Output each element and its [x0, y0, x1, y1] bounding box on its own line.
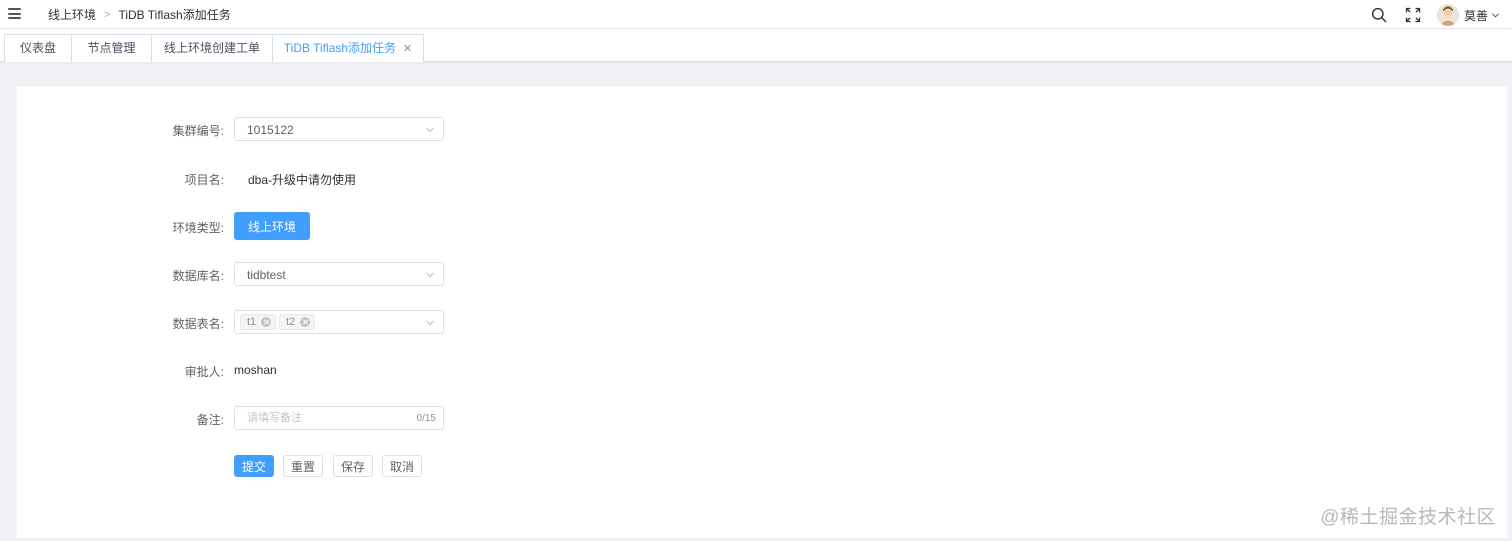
cluster-label: 集群编号:: [172, 124, 224, 138]
table-tag: t2: [279, 314, 316, 330]
tags-view-bar: 仪表盘 节点管理 线上环境创建工单 TiDB Tiflash添加任务 ✕: [0, 29, 1512, 62]
hamburger-icon[interactable]: [8, 8, 21, 19]
project-value: dba-升级中请勿使用: [248, 173, 357, 187]
tables-multiselect[interactable]: t1 t2: [234, 310, 444, 334]
table-tag: t1: [240, 314, 277, 330]
chevron-down-icon: [426, 127, 434, 133]
remark-input[interactable]: [247, 411, 407, 425]
submit-button[interactable]: 提交: [234, 455, 274, 477]
env-type-label: 环境类型:: [172, 221, 224, 235]
close-icon[interactable]: [300, 317, 311, 327]
close-icon[interactable]: [261, 317, 272, 327]
remark-counter: 0/15: [416, 413, 436, 424]
database-select-value: tidbtest: [247, 268, 286, 282]
database-select[interactable]: tidbtest: [234, 262, 444, 286]
save-button[interactable]: 保存: [333, 455, 373, 477]
database-label: 数据库名:: [172, 269, 224, 283]
approver-label: 审批人:: [184, 365, 224, 379]
approver-value: moshan: [234, 363, 277, 377]
remark-label: 备注:: [196, 413, 224, 427]
cancel-button[interactable]: 取消: [382, 455, 422, 477]
tab-node-management[interactable]: 节点管理: [71, 34, 152, 62]
env-type-button[interactable]: 线上环境: [234, 212, 310, 240]
tab-label: 节点管理: [87, 41, 136, 55]
navbar-right: 莫善: [1355, 2, 1500, 28]
remark-field: 0/15: [234, 406, 444, 430]
reset-button[interactable]: 重置: [283, 455, 323, 477]
fullscreen-icon[interactable]: [1403, 5, 1423, 25]
tab-label: 仪表盘: [19, 41, 56, 55]
breadcrumb: 线上环境 > TiDB Tiflash添加任务: [48, 6, 231, 23]
chevron-down-icon: [426, 272, 434, 278]
search-icon[interactable]: [1369, 5, 1389, 25]
tab-label: TiDB Tiflash添加任务: [283, 41, 397, 55]
tab-dashboard[interactable]: 仪表盘: [4, 34, 72, 62]
form-card: 集群编号: 1015122 项目名: dba-升级中请勿使用 环境类型: 线上环…: [17, 86, 1507, 538]
breadcrumb-item-env[interactable]: 线上环境: [48, 6, 96, 23]
chevron-down-icon[interactable]: [1491, 11, 1500, 20]
close-icon[interactable]: ✕: [403, 36, 412, 62]
cluster-select[interactable]: 1015122: [234, 117, 444, 141]
project-label: 项目名:: [184, 173, 224, 187]
table-tag-label: t1: [247, 316, 257, 328]
tab-create-ticket[interactable]: 线上环境创建工单: [151, 34, 273, 62]
tab-label: 线上环境创建工单: [163, 41, 260, 55]
tab-tiflash-add-task[interactable]: TiDB Tiflash添加任务 ✕: [272, 34, 424, 62]
cluster-select-value: 1015122: [247, 123, 294, 137]
breadcrumb-separator-icon: >: [104, 8, 111, 21]
user-name[interactable]: 莫善: [1464, 7, 1488, 24]
top-navbar: 线上环境 > TiDB Tiflash添加任务 莫善: [0, 0, 1512, 29]
breadcrumb-item-current: TiDB Tiflash添加任务: [118, 8, 231, 22]
chevron-down-icon: [426, 320, 434, 326]
watermark: @稀土掘金技术社区: [1320, 507, 1496, 528]
table-tag-label: t2: [286, 316, 296, 328]
avatar[interactable]: [1436, 4, 1459, 26]
tables-label: 数据表名:: [172, 317, 224, 331]
